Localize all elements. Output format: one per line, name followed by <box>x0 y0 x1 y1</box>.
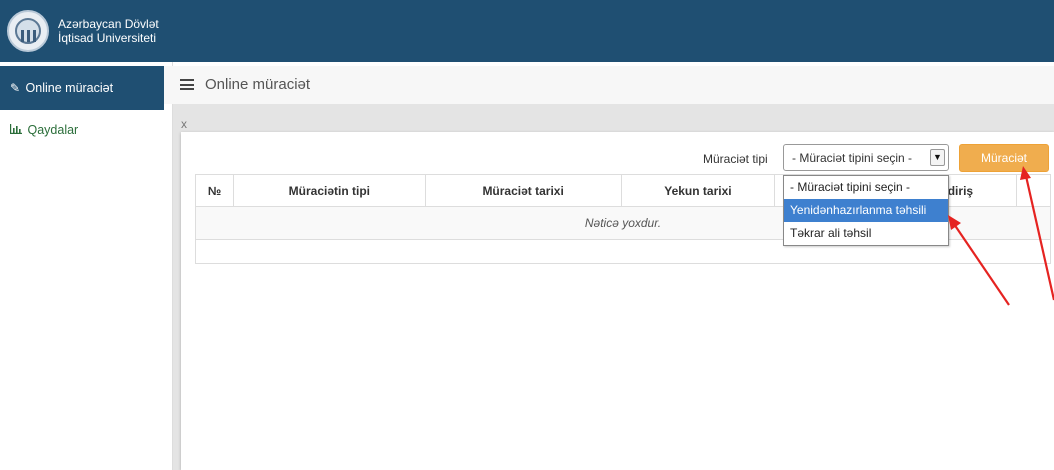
dropdown-option-second-degree[interactable]: Təkrar ali təhsil <box>784 222 948 245</box>
column-header-final-date[interactable]: Yekun tarixi <box>620 174 776 207</box>
column-header-date[interactable]: Müraciət tarixi <box>424 174 622 207</box>
page-header: Online müraciət <box>164 66 1054 104</box>
chevron-down-icon[interactable]: ▼ <box>930 149 945 166</box>
submit-application-button[interactable]: Müraciət <box>959 144 1049 172</box>
bar-chart-icon <box>10 110 22 150</box>
sidebar-item-label: Qaydalar <box>27 123 79 137</box>
page-title: Online müraciət <box>205 76 311 93</box>
sidebar-item-online-application[interactable]: ✎ Online müraciət <box>0 66 164 110</box>
application-type-select[interactable]: - Müraciət tipini seçin - ▼ <box>783 144 949 171</box>
sidebar-item-label: Online müraciət <box>25 81 114 95</box>
dropdown-option-retraining[interactable]: Yenidənhazırlanma təhsili <box>784 199 948 222</box>
brand-name[interactable]: Azərbaycan Dövlət İqtisad Universiteti <box>58 17 159 45</box>
top-bar: Azərbaycan Dövlət İqtisad Universiteti <box>0 0 1054 62</box>
brand-line-2: İqtisad Universiteti <box>58 31 157 45</box>
close-icon[interactable]: x <box>181 117 187 131</box>
sidebar: ✎ Online müraciət Qaydalar <box>0 62 164 470</box>
column-header-number[interactable]: № <box>195 174 234 207</box>
sidebar-item-rules[interactable]: Qaydalar <box>0 110 164 150</box>
edit-icon: ✎ <box>10 81 21 95</box>
column-header-actions <box>1015 174 1052 207</box>
logo-emblem <box>15 18 41 44</box>
select-value: - Müraciət tipini seçin - <box>792 151 913 165</box>
university-logo[interactable] <box>7 10 49 52</box>
column-header-notification[interactable]: ildiriş <box>940 174 1017 207</box>
column-header-type[interactable]: Müraciətin tipi <box>232 174 426 207</box>
brand-line-1: Azərbaycan Dövlət <box>58 17 159 31</box>
hamburger-menu-icon[interactable] <box>180 79 194 90</box>
dropdown-option-placeholder[interactable]: - Müraciət tipini seçin - <box>784 176 948 199</box>
application-type-label: Müraciət tipi <box>703 152 768 166</box>
application-type-dropdown[interactable]: - Müraciət tipini seçin - Yenidənhazırla… <box>783 175 949 246</box>
